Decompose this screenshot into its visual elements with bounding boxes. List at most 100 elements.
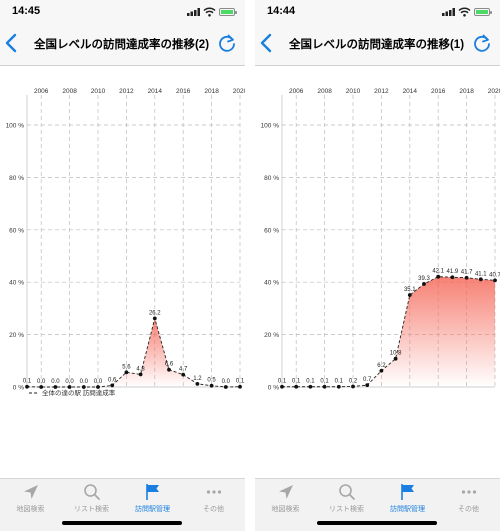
data-point — [464, 275, 469, 280]
data-point — [365, 383, 370, 388]
y-tick-label: 20 % — [264, 332, 279, 339]
x-tick-label: 2012 — [119, 88, 134, 95]
y-tick-label: 40 % — [9, 280, 24, 287]
x-tick-label: 2018 — [459, 88, 474, 95]
data-point — [67, 385, 72, 389]
data-label: 0.0 — [37, 379, 46, 385]
data-label: 4.8 — [136, 366, 145, 372]
y-tick-label: 40 % — [264, 280, 279, 287]
data-point — [336, 384, 341, 389]
series-area — [282, 276, 495, 387]
data-point — [478, 277, 483, 282]
magnifier-icon — [338, 484, 355, 500]
data-label: 41.7 — [461, 270, 473, 276]
data-label: 6.6 — [165, 362, 174, 368]
tab-label: 地図検索 — [271, 506, 300, 513]
data-point — [81, 385, 86, 389]
x-tick-label: 2010 — [91, 88, 106, 95]
y-tick-label: 60 % — [264, 227, 279, 234]
tab-list-search[interactable]: リスト検索 — [316, 483, 377, 513]
back-chevron-icon[interactable] — [2, 32, 22, 54]
data-point — [96, 385, 100, 389]
data-label: 0.0 — [65, 379, 74, 385]
data-point — [493, 278, 497, 283]
tab-map-search[interactable]: 地図検索 — [0, 483, 61, 513]
data-point — [110, 383, 115, 388]
data-point — [53, 385, 58, 389]
data-label: 0.1 — [320, 379, 329, 385]
tab-map-search[interactable]: 地図検索 — [255, 483, 316, 513]
data-point — [322, 384, 327, 389]
location-arrow-icon — [278, 485, 293, 499]
data-label: 5.6 — [122, 364, 131, 370]
tab-visited-stations[interactable]: 訪問駅管理 — [377, 483, 438, 513]
battery-icon — [474, 8, 492, 16]
back-chevron-icon[interactable] — [257, 32, 277, 54]
data-point — [209, 383, 214, 388]
x-tick-label: 2006 — [289, 88, 304, 95]
y-tick-label: 0 % — [268, 385, 279, 392]
reload-icon[interactable] — [472, 33, 492, 53]
data-point — [238, 384, 242, 389]
tab-list-search[interactable]: リスト検索 — [61, 483, 122, 513]
data-label: 42.1 — [432, 269, 444, 275]
data-point — [280, 384, 284, 389]
x-tick-label: 2006 — [34, 88, 49, 95]
tab-label: 地図検索 — [16, 506, 45, 513]
data-point — [407, 293, 412, 297]
data-point — [181, 372, 186, 377]
y-tick-label: 0 % — [13, 385, 24, 392]
data-label: 0.0 — [80, 379, 89, 385]
data-label: 0.2 — [349, 378, 358, 384]
y-tick-label: 80 % — [9, 175, 24, 182]
y-tick-label: 80 % — [264, 175, 279, 182]
tab-label: 訪問駅管理 — [135, 506, 170, 513]
flag-icon — [400, 484, 414, 500]
x-tick-label: 2012 — [374, 88, 389, 95]
data-label: 35.1 — [404, 287, 416, 293]
data-point — [25, 384, 29, 389]
screen-divider — [245, 0, 255, 531]
cellular-signal-icon — [442, 8, 455, 16]
data-label: 0.1 — [292, 379, 301, 385]
data-label: 0.0 — [51, 379, 60, 385]
tab-label: 訪問駅管理 — [390, 506, 425, 513]
data-point — [39, 385, 44, 389]
page-title: 全国レベルの訪問達成率の推移(2) — [33, 39, 210, 51]
tab-other[interactable]: その他 — [438, 483, 499, 513]
tab-visited-stations[interactable]: 訪問駅管理 — [122, 483, 183, 513]
data-label: 0.0 — [222, 379, 231, 385]
data-label: 40.7 — [489, 272, 500, 278]
y-tick-label: 20 % — [9, 332, 24, 339]
data-label: 6.2 — [377, 363, 386, 369]
data-point — [124, 370, 129, 375]
more-icon — [461, 490, 476, 494]
status-bar: 14:44 — [255, 0, 500, 22]
data-label: 0.5 — [207, 378, 216, 384]
x-tick-label: 2014 — [403, 88, 418, 95]
x-tick-label: 2008 — [317, 88, 332, 95]
data-label: 1.2 — [193, 376, 202, 382]
tab-other[interactable]: その他 — [183, 483, 244, 513]
x-tick-label: 2008 — [62, 88, 77, 95]
data-point — [138, 372, 143, 377]
data-label: 0.1 — [236, 379, 245, 385]
data-label: 0.1 — [23, 379, 32, 385]
data-label: 41.9 — [447, 269, 459, 275]
tab-label: その他 — [458, 506, 479, 513]
data-point — [393, 356, 398, 361]
data-point — [422, 282, 426, 286]
magnifier-icon — [83, 484, 100, 500]
data-point — [167, 367, 171, 372]
page-title: 全国レベルの訪問達成率の推移(1) — [288, 39, 465, 51]
wifi-icon — [203, 7, 216, 17]
data-label: 39.3 — [418, 276, 430, 282]
wifi-icon — [458, 7, 471, 17]
data-label: 0.0 — [94, 379, 103, 385]
screenshot-pair: 14:45 全国レベルの訪問達成率の推移(2) 0 % 20 % 40 % 60 % 8 — [0, 0, 500, 531]
phone-screen-left: 14:45 全国レベルの訪問達成率の推移(2) 0 % 20 % 40 % 60 % 8 — [0, 0, 245, 531]
x-tick-label: 2010 — [346, 88, 361, 95]
data-label: 0.6 — [108, 377, 117, 383]
reload-icon[interactable] — [217, 33, 237, 53]
status-time: 14:45 — [12, 5, 41, 17]
